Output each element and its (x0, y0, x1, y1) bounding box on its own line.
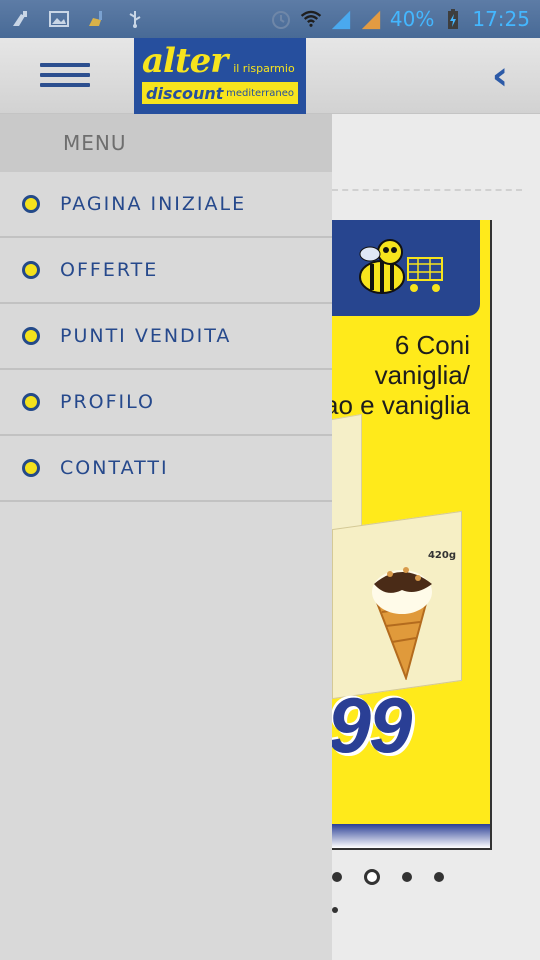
app-header: alter il risparmio discount mediterraneo… (0, 38, 540, 114)
menu-item-offerte[interactable]: OFFERTE (0, 238, 332, 304)
alter-discount-logo: alter il risparmio discount mediterraneo (134, 38, 306, 114)
bullet-icon (22, 393, 40, 411)
bullet-icon (22, 459, 40, 477)
carousel-dot[interactable] (332, 872, 342, 882)
promo-header (332, 220, 480, 316)
divider (332, 189, 522, 191)
carousel-dot-active[interactable] (364, 869, 380, 885)
carousel-dot[interactable] (332, 907, 338, 913)
battery-percent: 40% (389, 7, 435, 31)
bee-mascot-icon (359, 239, 443, 294)
menu-item-contatti[interactable]: CONTATTI (0, 436, 332, 502)
clock: 17:25 (472, 7, 530, 31)
menu-item-profilo[interactable]: PROFILO (0, 370, 332, 436)
drawer-title: MENU (63, 131, 127, 155)
main-content: 6 Coni vaniglia/ ao e vaniglia 420g ,99 (332, 114, 540, 960)
status-bar: 40% 17:25 (0, 0, 540, 38)
logo-tag-top: il risparmio (233, 62, 295, 75)
chevron-left-icon[interactable]: ‹ (482, 56, 518, 96)
cleaner-icon (10, 9, 32, 29)
promo-title: 6 Coni vaniglia/ ao e vaniglia (332, 330, 470, 420)
logo-brand: alter (142, 41, 228, 81)
signal-icon-2 (360, 9, 382, 30)
bullet-icon (22, 327, 40, 345)
broom-icon (86, 9, 108, 29)
alarm-icon (270, 9, 292, 29)
signal-icon (330, 9, 352, 30)
menu-item-label: PROFILO (60, 391, 156, 413)
menu-item-label: CONTATTI (60, 457, 169, 479)
battery-charging-icon (442, 9, 464, 29)
ice-cream-cone-icon (372, 567, 432, 680)
promo-footer (332, 824, 490, 848)
navigation-drawer: MENU PAGINA INIZIALE OFFERTE PUNTI VENDI… (0, 114, 332, 960)
drawer-header: MENU (0, 114, 332, 172)
promo-banner[interactable]: 6 Coni vaniglia/ ao e vaniglia 420g ,99 (332, 220, 492, 850)
carousel-indicator (332, 869, 444, 885)
image-icon (48, 9, 70, 29)
logo-tag-bottom: mediterraneo (226, 87, 294, 99)
menu-item-label: PUNTI VENDITA (60, 325, 232, 347)
logo-discount: discount (146, 83, 224, 103)
menu-item-label: PAGINA INIZIALE (60, 193, 247, 215)
wifi-icon (300, 9, 322, 29)
menu-item-label: OFFERTE (60, 259, 159, 281)
bullet-icon (22, 261, 40, 279)
bullet-icon (22, 195, 40, 213)
product-weight: 420g (427, 550, 456, 561)
hamburger-icon[interactable] (30, 50, 100, 100)
carousel-dot[interactable] (402, 872, 412, 882)
usb-icon (124, 9, 146, 29)
menu-item-pagina-iniziale[interactable]: PAGINA INIZIALE (0, 172, 332, 238)
carousel-dot[interactable] (434, 872, 444, 882)
promo-price: ,99 (332, 681, 412, 769)
menu-item-punti-vendita[interactable]: PUNTI VENDITA (0, 304, 332, 370)
